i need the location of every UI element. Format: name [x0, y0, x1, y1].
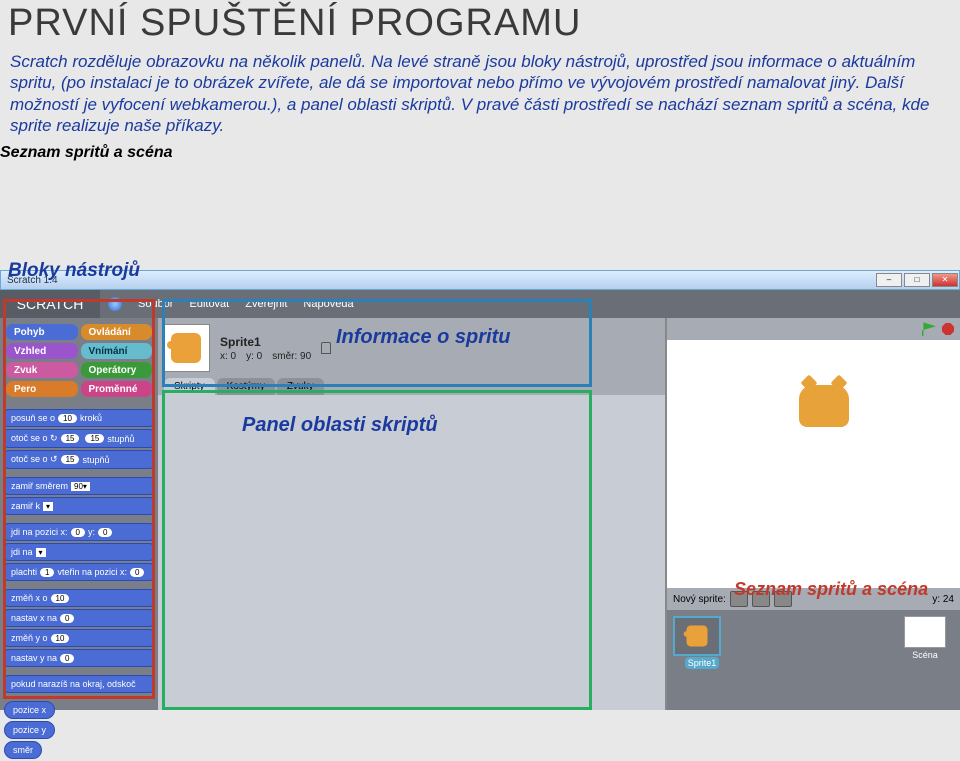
sprite-tile[interactable]: Sprite1: [673, 616, 731, 704]
reporter-y[interactable]: pozice y: [4, 721, 55, 739]
block-move[interactable]: posuň se o10kroků: [4, 409, 154, 427]
green-flag-icon[interactable]: [922, 322, 936, 336]
block-bounce[interactable]: pokud narazíš na okraj, odskoč: [4, 675, 154, 693]
reporter-x[interactable]: pozice x: [4, 701, 55, 719]
tabs: Skripty Kostýmy Zvuky: [158, 378, 665, 395]
scratch-window: Scratch 1.4 – □ ✕ SCRATCH Soubor Editova…: [0, 270, 960, 710]
language-icon[interactable]: [108, 297, 122, 311]
titlebar: Scratch 1.4 – □ ✕: [0, 270, 960, 290]
sprite-name[interactable]: Sprite1: [220, 335, 311, 349]
reporter-dir[interactable]: směr: [4, 741, 42, 759]
tab-sounds[interactable]: Zvuky: [277, 378, 324, 395]
menu-share[interactable]: Zveřejnit: [245, 298, 287, 310]
scratch-logo: SCRATCH: [0, 290, 100, 318]
sprite-thumb[interactable]: [162, 324, 210, 372]
blocks-palette: Pohyb Ovládání Vzhled Vnímání Zvuk Operá…: [0, 318, 158, 710]
choose-sprite-button[interactable]: [752, 591, 770, 607]
stop-icon[interactable]: [942, 323, 954, 335]
block-goto[interactable]: jdi na▾: [4, 543, 154, 561]
block-point-to[interactable]: zamiř k▾: [4, 497, 154, 515]
stage-panel: Nový sprite: y: 24 Sprite1 Scéna: [665, 318, 960, 710]
cat-variables[interactable]: Proměnné: [81, 381, 153, 397]
cat-motion[interactable]: Pohyb: [6, 324, 78, 340]
script-area[interactable]: [158, 395, 665, 710]
cat-control[interactable]: Ovládání: [81, 324, 153, 340]
menu-edit[interactable]: Editovat: [189, 298, 229, 310]
block-changex[interactable]: změň x o10: [4, 589, 154, 607]
slide-title: PRVNÍ SPUŠTĚNÍ PROGRAMU: [0, 0, 960, 51]
paint-sprite-button[interactable]: [730, 591, 748, 607]
tab-scripts[interactable]: Skripty: [164, 378, 215, 395]
menu-help[interactable]: Nápověda: [303, 298, 353, 310]
middle-panel: Sprite1 x: 0 y: 0 směr: 90 Skripty Kostý…: [158, 318, 665, 710]
cat-looks[interactable]: Vzhled: [6, 343, 78, 359]
new-sprite-row: Nový sprite: y: 24: [667, 588, 960, 610]
sprite-info: Sprite1 x: 0 y: 0 směr: 90: [158, 318, 665, 378]
cat-pen[interactable]: Pero: [6, 381, 78, 397]
minimize-button[interactable]: –: [876, 273, 902, 287]
block-changey[interactable]: změň y o10: [4, 629, 154, 647]
menu-file[interactable]: Soubor: [138, 298, 173, 310]
slide-body: Scratch rozděluje obrazovku na několik p…: [0, 51, 960, 144]
random-sprite-button[interactable]: [774, 591, 792, 607]
scene-tile[interactable]: Scéna: [896, 616, 954, 704]
block-point-dir[interactable]: zamiř směrem90▾: [4, 477, 154, 495]
window-title: Scratch 1.4: [1, 275, 875, 286]
block-turn-ccw[interactable]: otoč se o ↺15stupňů: [4, 450, 154, 469]
menubar: SCRATCH Soubor Editovat Zveřejnit Nápově…: [0, 290, 960, 318]
cat-sound[interactable]: Zvuk: [6, 362, 78, 378]
sprite-on-stage[interactable]: [799, 385, 859, 440]
block-goto-xy[interactable]: jdi na pozici x:0y:0: [4, 523, 154, 541]
lock-icon[interactable]: [321, 342, 331, 354]
block-sety[interactable]: nastav y na0: [4, 649, 154, 667]
stage[interactable]: [667, 340, 960, 588]
block-setx[interactable]: nastav x na0: [4, 609, 154, 627]
stage-y: y: 24: [932, 594, 954, 605]
label-seznam: Seznam spritů a scéna: [0, 144, 173, 162]
maximize-button[interactable]: □: [904, 273, 930, 287]
sprite-list: Sprite1 Scéna: [667, 610, 960, 710]
close-button[interactable]: ✕: [932, 273, 958, 287]
new-sprite-label: Nový sprite:: [673, 594, 726, 605]
sprite-x: x: 0: [220, 351, 236, 362]
cat-operators[interactable]: Operátory: [81, 362, 153, 378]
block-glide[interactable]: plachti1vteřin na pozici x:0: [4, 563, 154, 581]
sprite-y: y: 0: [246, 351, 262, 362]
stage-controls: [667, 318, 960, 340]
block-turn-cw[interactable]: otoč se o ↻1515stupňů: [4, 429, 154, 448]
tab-costumes[interactable]: Kostýmy: [217, 378, 275, 395]
sprite-dir: směr: 90: [272, 351, 311, 362]
cat-sensing[interactable]: Vnímání: [81, 343, 153, 359]
